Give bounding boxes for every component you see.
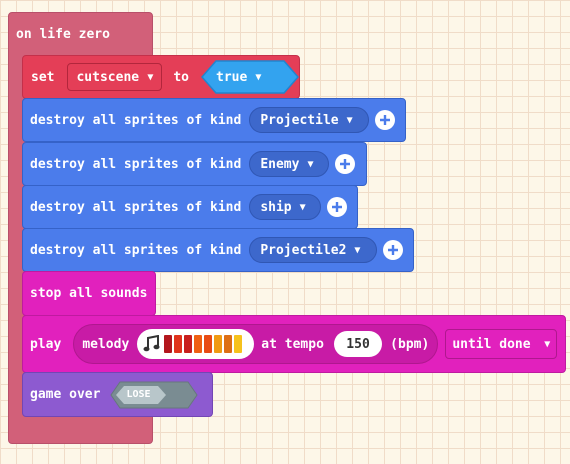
destroy-sprites-block[interactable]: destroy all sprites of kind Projectile2 …: [22, 228, 414, 272]
boolean-value: true: [216, 69, 248, 85]
destroy-label: destroy all sprites of kind: [30, 156, 242, 172]
at-tempo-label: at tempo: [261, 336, 324, 352]
destroy-sprites-block[interactable]: destroy all sprites of kind ship ▼: [22, 185, 358, 229]
boolean-value-dropdown[interactable]: true ▼: [201, 60, 299, 94]
tempo-input[interactable]: 150: [333, 331, 383, 357]
destroy-sprites-block[interactable]: destroy all sprites of kind Projectile ▼: [22, 98, 406, 142]
melody-label: melody: [82, 336, 130, 352]
melody-note-cell: [164, 335, 173, 353]
stop-all-sounds-block[interactable]: stop all sounds: [22, 271, 156, 316]
chevron-down-icon: ▼: [544, 338, 551, 350]
chevron-down-icon: ▼: [299, 201, 306, 213]
sprite-kind: ship: [260, 199, 292, 215]
win-lose-toggle[interactable]: LOSE: [110, 381, 199, 409]
sprite-kind-dropdown[interactable]: Enemy ▼: [249, 151, 330, 177]
stop-sounds-label: stop all sounds: [30, 286, 148, 301]
event-label: on life zero: [16, 27, 110, 42]
plus-icon[interactable]: [375, 110, 396, 130]
set-variable-block[interactable]: set cutscene ▼ to true ▼: [22, 55, 300, 99]
chevron-down-icon: ▼: [346, 114, 353, 126]
plus-icon[interactable]: [335, 154, 356, 174]
sprite-kind-dropdown[interactable]: ship ▼: [249, 194, 322, 220]
melody-note-cell: [204, 335, 213, 353]
melody-preview: [164, 335, 244, 353]
melody-note-cell: [214, 335, 223, 353]
melody-input[interactable]: melody at tempo 150 (bpm): [73, 324, 439, 364]
destroy-label: destroy all sprites of kind: [30, 242, 242, 258]
melody-note-cell: [174, 335, 183, 353]
music-note-icon: [143, 335, 160, 352]
play-melody-block[interactable]: play melody at tempo 150 (bpm) until don…: [22, 315, 566, 373]
melody-field[interactable]: [137, 329, 255, 359]
destroy-sprites-block[interactable]: destroy all sprites of kind Enemy ▼: [22, 142, 367, 186]
melody-note-cell: [184, 335, 193, 353]
destroy-label: destroy all sprites of kind: [30, 112, 242, 128]
sprite-kind-dropdown[interactable]: Projectile2 ▼: [249, 237, 378, 263]
play-mode-dropdown[interactable]: until done ▼: [445, 329, 558, 359]
chevron-down-icon: ▼: [255, 71, 262, 83]
plus-icon[interactable]: [327, 197, 348, 217]
destroy-label: destroy all sprites of kind: [30, 199, 242, 215]
play-mode: until done: [452, 336, 531, 352]
melody-note-cell: [194, 335, 203, 353]
set-label: set: [31, 69, 55, 85]
variable-name: cutscene: [76, 69, 140, 85]
lose-hexagon-shape: [110, 381, 199, 408]
chevron-down-icon: ▼: [307, 158, 314, 170]
tempo-value: 150: [346, 336, 370, 352]
chevron-down-icon: ▼: [354, 244, 361, 256]
chevron-down-icon: ▼: [147, 71, 154, 83]
sprite-kind-dropdown[interactable]: Projectile ▼: [249, 107, 370, 133]
game-over-block[interactable]: game over LOSE: [22, 372, 213, 417]
melody-note-cell: [234, 335, 243, 353]
game-over-label: game over: [30, 387, 101, 402]
play-label: play: [30, 336, 62, 352]
variable-dropdown[interactable]: cutscene ▼: [67, 63, 163, 91]
to-label: to: [173, 69, 189, 85]
sprite-kind: Projectile2: [260, 242, 347, 258]
sprite-kind: Projectile: [260, 112, 339, 128]
result-value: LOSE: [126, 388, 151, 400]
plus-icon[interactable]: [383, 240, 404, 260]
sprite-kind: Enemy: [260, 156, 300, 172]
melody-note-cell: [224, 335, 233, 353]
bpm-label: (bpm): [390, 336, 430, 352]
